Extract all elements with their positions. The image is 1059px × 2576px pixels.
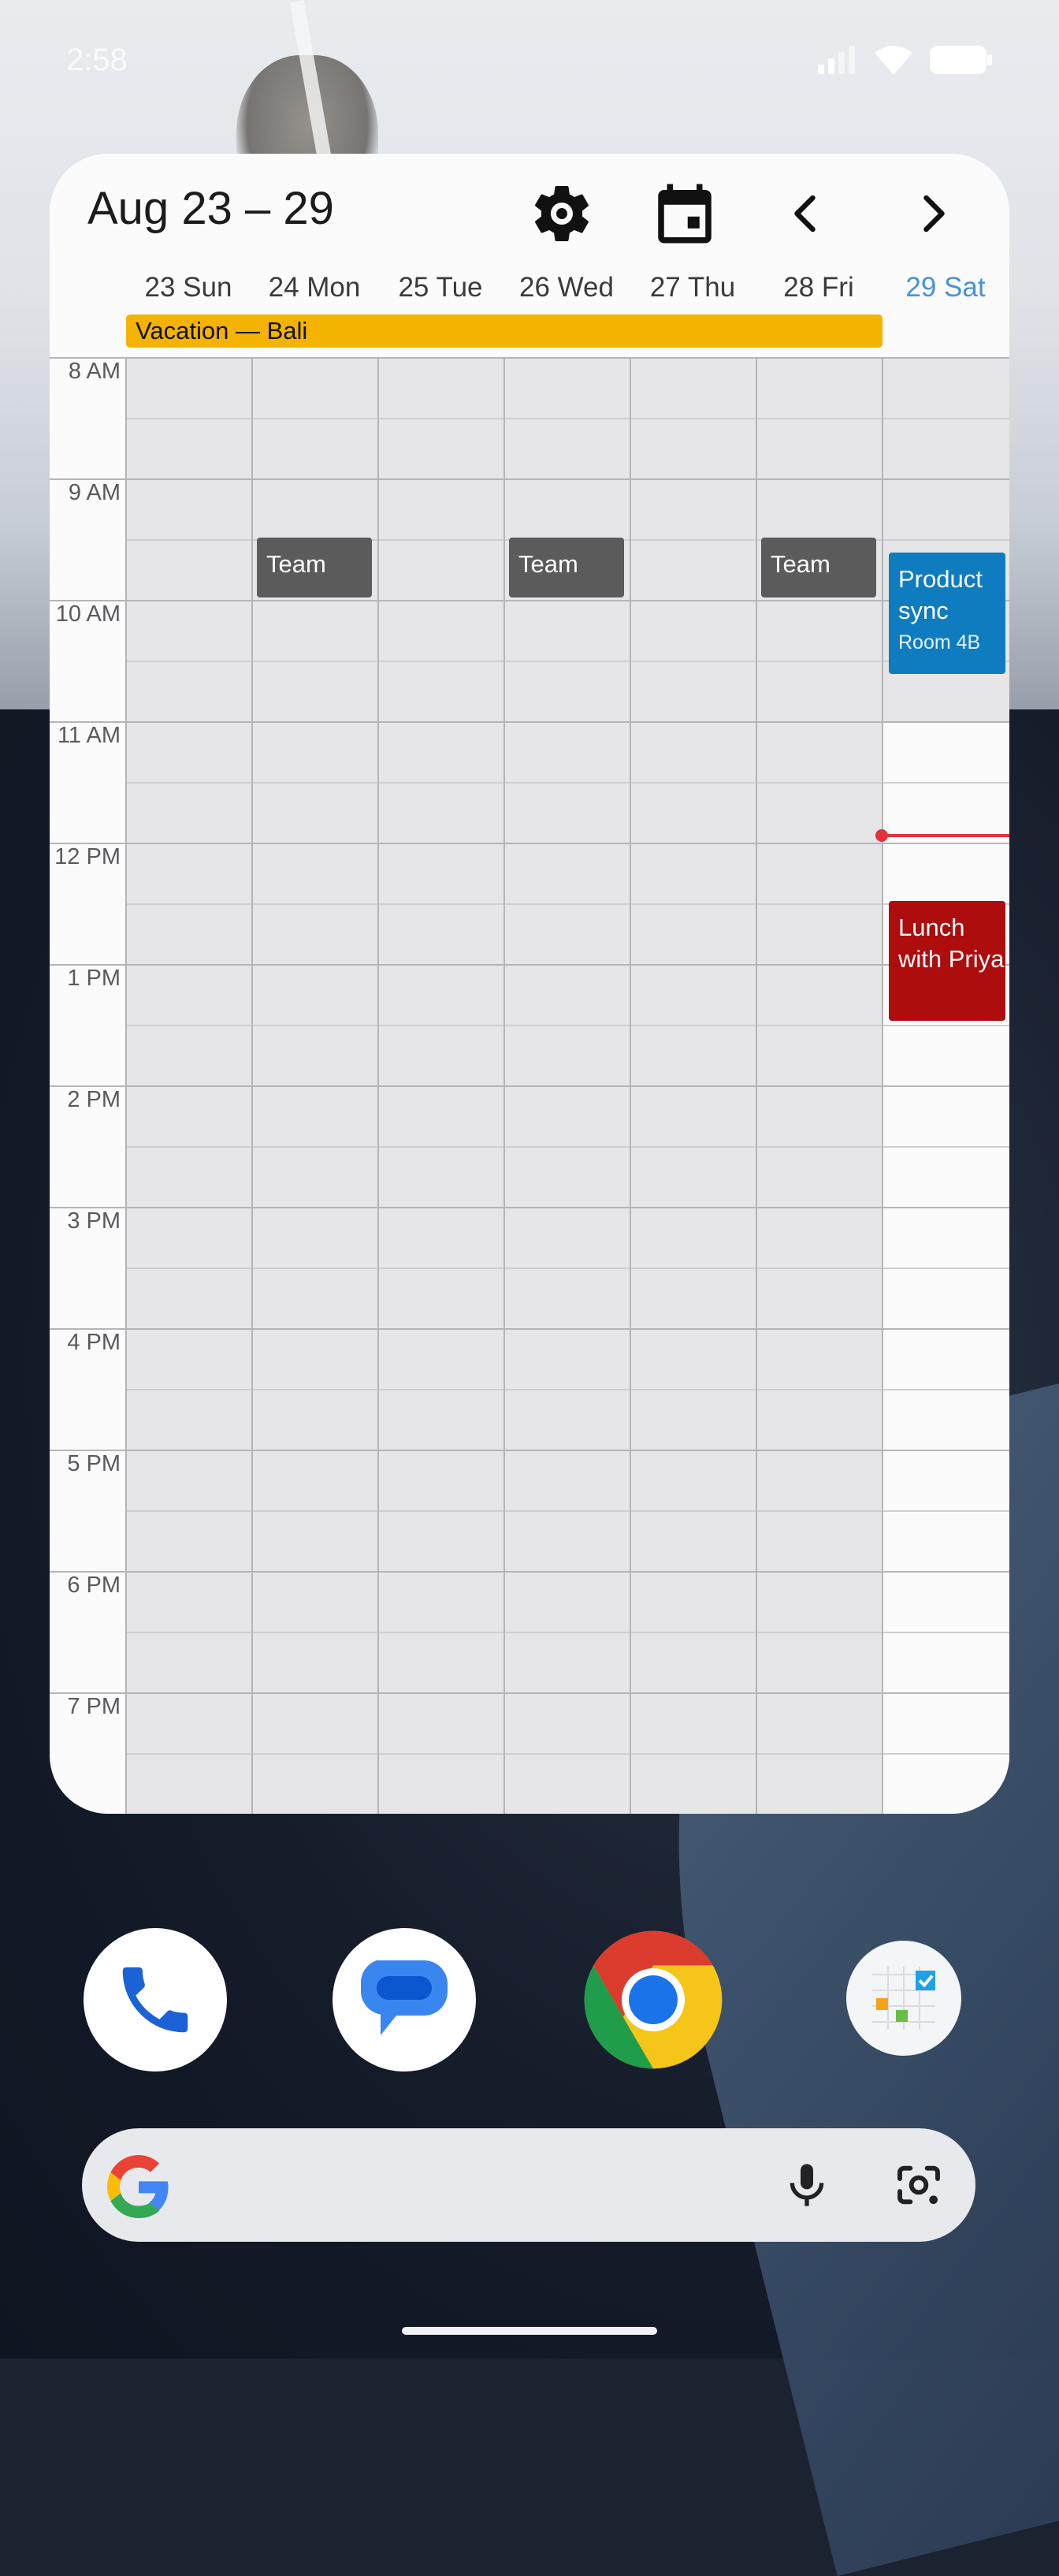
grid-line bbox=[125, 1268, 1009, 1269]
all-day-event-vacation[interactable]: Vacation — Bali bbox=[126, 315, 882, 348]
today-button[interactable] bbox=[647, 176, 723, 251]
event-title: Product sync bbox=[898, 565, 983, 624]
day-header-mon[interactable]: 24 Mon bbox=[251, 272, 377, 310]
grid-line bbox=[125, 1025, 1009, 1026]
hour-label: 5 PM bbox=[67, 1451, 121, 1476]
hour-label: 4 PM bbox=[67, 1330, 121, 1355]
current-time-indicator bbox=[882, 834, 1009, 837]
day-header-fri[interactable]: 28 Fri bbox=[756, 272, 882, 310]
hour-label: 7 PM bbox=[67, 1694, 121, 1719]
grid-line bbox=[50, 1692, 1009, 1694]
grid-line bbox=[125, 903, 1009, 905]
chrome-app[interactable] bbox=[582, 1928, 725, 2072]
event-location: Room 4B bbox=[898, 631, 981, 653]
day-header-thu[interactable]: 27 Thu bbox=[630, 272, 756, 310]
event-team-wed[interactable]: Team bbox=[509, 538, 624, 597]
grid-line bbox=[50, 964, 1009, 966]
grid-line bbox=[50, 721, 1009, 723]
hour-label: 9 AM bbox=[68, 480, 121, 505]
hour-label: 1 PM bbox=[67, 966, 121, 991]
wifi-icon bbox=[875, 46, 912, 75]
hour-label: 3 PM bbox=[67, 1208, 121, 1234]
settings-button[interactable] bbox=[524, 176, 600, 251]
grid-line bbox=[125, 418, 1009, 419]
status-time: 2:58 bbox=[66, 43, 128, 77]
phone-icon bbox=[122, 1967, 188, 2033]
column-divider bbox=[756, 357, 757, 1814]
time-grid[interactable]: 8 AM 9 AM 10 AM 11 AM 12 PM 1 PM 2 PM 3 … bbox=[50, 357, 1009, 1814]
signal-icon bbox=[818, 46, 855, 74]
event-lunch-with-priya[interactable]: Lunch with Priya bbox=[889, 901, 1005, 1021]
grid-line bbox=[50, 1085, 1009, 1087]
day-header-tue[interactable]: 25 Tue bbox=[377, 272, 503, 310]
grid-line bbox=[125, 661, 1009, 662]
calendar-widget-app-icon bbox=[872, 1967, 935, 2030]
microphone-icon[interactable] bbox=[782, 2160, 832, 2210]
grid-line bbox=[50, 1571, 1009, 1573]
grid-line bbox=[50, 1328, 1009, 1330]
chevron-right-icon bbox=[923, 195, 945, 233]
event-team-mon[interactable]: Team bbox=[257, 538, 372, 597]
current-time-dot bbox=[875, 829, 888, 842]
google-search-bar[interactable] bbox=[82, 2128, 975, 2242]
grid-line bbox=[50, 1207, 1009, 1208]
event-team-fri[interactable]: Team bbox=[761, 538, 876, 597]
grid-line bbox=[125, 782, 1009, 784]
event-product-sync[interactable]: Product sync Room 4B bbox=[889, 553, 1005, 674]
next-week-button[interactable] bbox=[894, 176, 970, 251]
grid-line bbox=[50, 357, 1009, 359]
phone-app[interactable] bbox=[84, 1928, 227, 2072]
hour-label: 8 AM bbox=[68, 359, 121, 384]
grid-line bbox=[125, 1510, 1009, 1512]
hour-label: 2 PM bbox=[67, 1087, 121, 1112]
hour-label: 10 AM bbox=[55, 601, 121, 627]
grid-line bbox=[50, 478, 1009, 480]
hour-label: 12 PM bbox=[54, 844, 121, 869]
grid-line bbox=[125, 1389, 1009, 1390]
column-divider bbox=[377, 357, 379, 1814]
hour-label: 11 AM bbox=[57, 723, 121, 748]
column-divider bbox=[630, 357, 631, 1814]
google-g-icon bbox=[107, 2155, 169, 2218]
day-header-sun[interactable]: 23 Sun bbox=[125, 272, 251, 310]
messages-app[interactable] bbox=[333, 1928, 476, 2072]
gear-icon bbox=[535, 186, 589, 241]
grid-line bbox=[125, 1146, 1009, 1148]
column-divider bbox=[882, 357, 883, 1814]
status-icons bbox=[816, 44, 993, 76]
calendar-widget-app[interactable] bbox=[846, 1941, 961, 2056]
previous-week-button[interactable] bbox=[769, 176, 845, 251]
column-divider bbox=[251, 357, 253, 1814]
week-range-title[interactable]: Aug 23 – 29 bbox=[87, 182, 334, 235]
lens-camera-icon[interactable] bbox=[894, 2160, 944, 2210]
day-header-sat-today[interactable]: 29 Sat bbox=[882, 272, 1009, 310]
grid-line bbox=[125, 1632, 1009, 1633]
status-bar: 2:58 bbox=[0, 0, 1059, 118]
grid-line bbox=[50, 1450, 1009, 1451]
messages-icon bbox=[360, 1960, 448, 2035]
column-divider bbox=[125, 357, 127, 1814]
calendar-today-icon bbox=[658, 184, 712, 244]
chevron-left-icon bbox=[794, 195, 816, 233]
grid-line bbox=[125, 1753, 1009, 1755]
grid-line bbox=[50, 843, 1009, 844]
column-divider bbox=[503, 357, 505, 1814]
home-gesture-bar[interactable] bbox=[402, 2327, 657, 2335]
calendar-widget[interactable]: Aug 23 – 29 23 Sun 24 Mon 25 Tue 26 Wed … bbox=[50, 154, 1009, 1814]
grid-line bbox=[50, 600, 1009, 601]
hour-label: 6 PM bbox=[67, 1573, 121, 1598]
battery-icon bbox=[930, 46, 992, 74]
day-header-wed[interactable]: 26 Wed bbox=[503, 272, 630, 310]
chrome-icon bbox=[584, 1930, 723, 2069]
